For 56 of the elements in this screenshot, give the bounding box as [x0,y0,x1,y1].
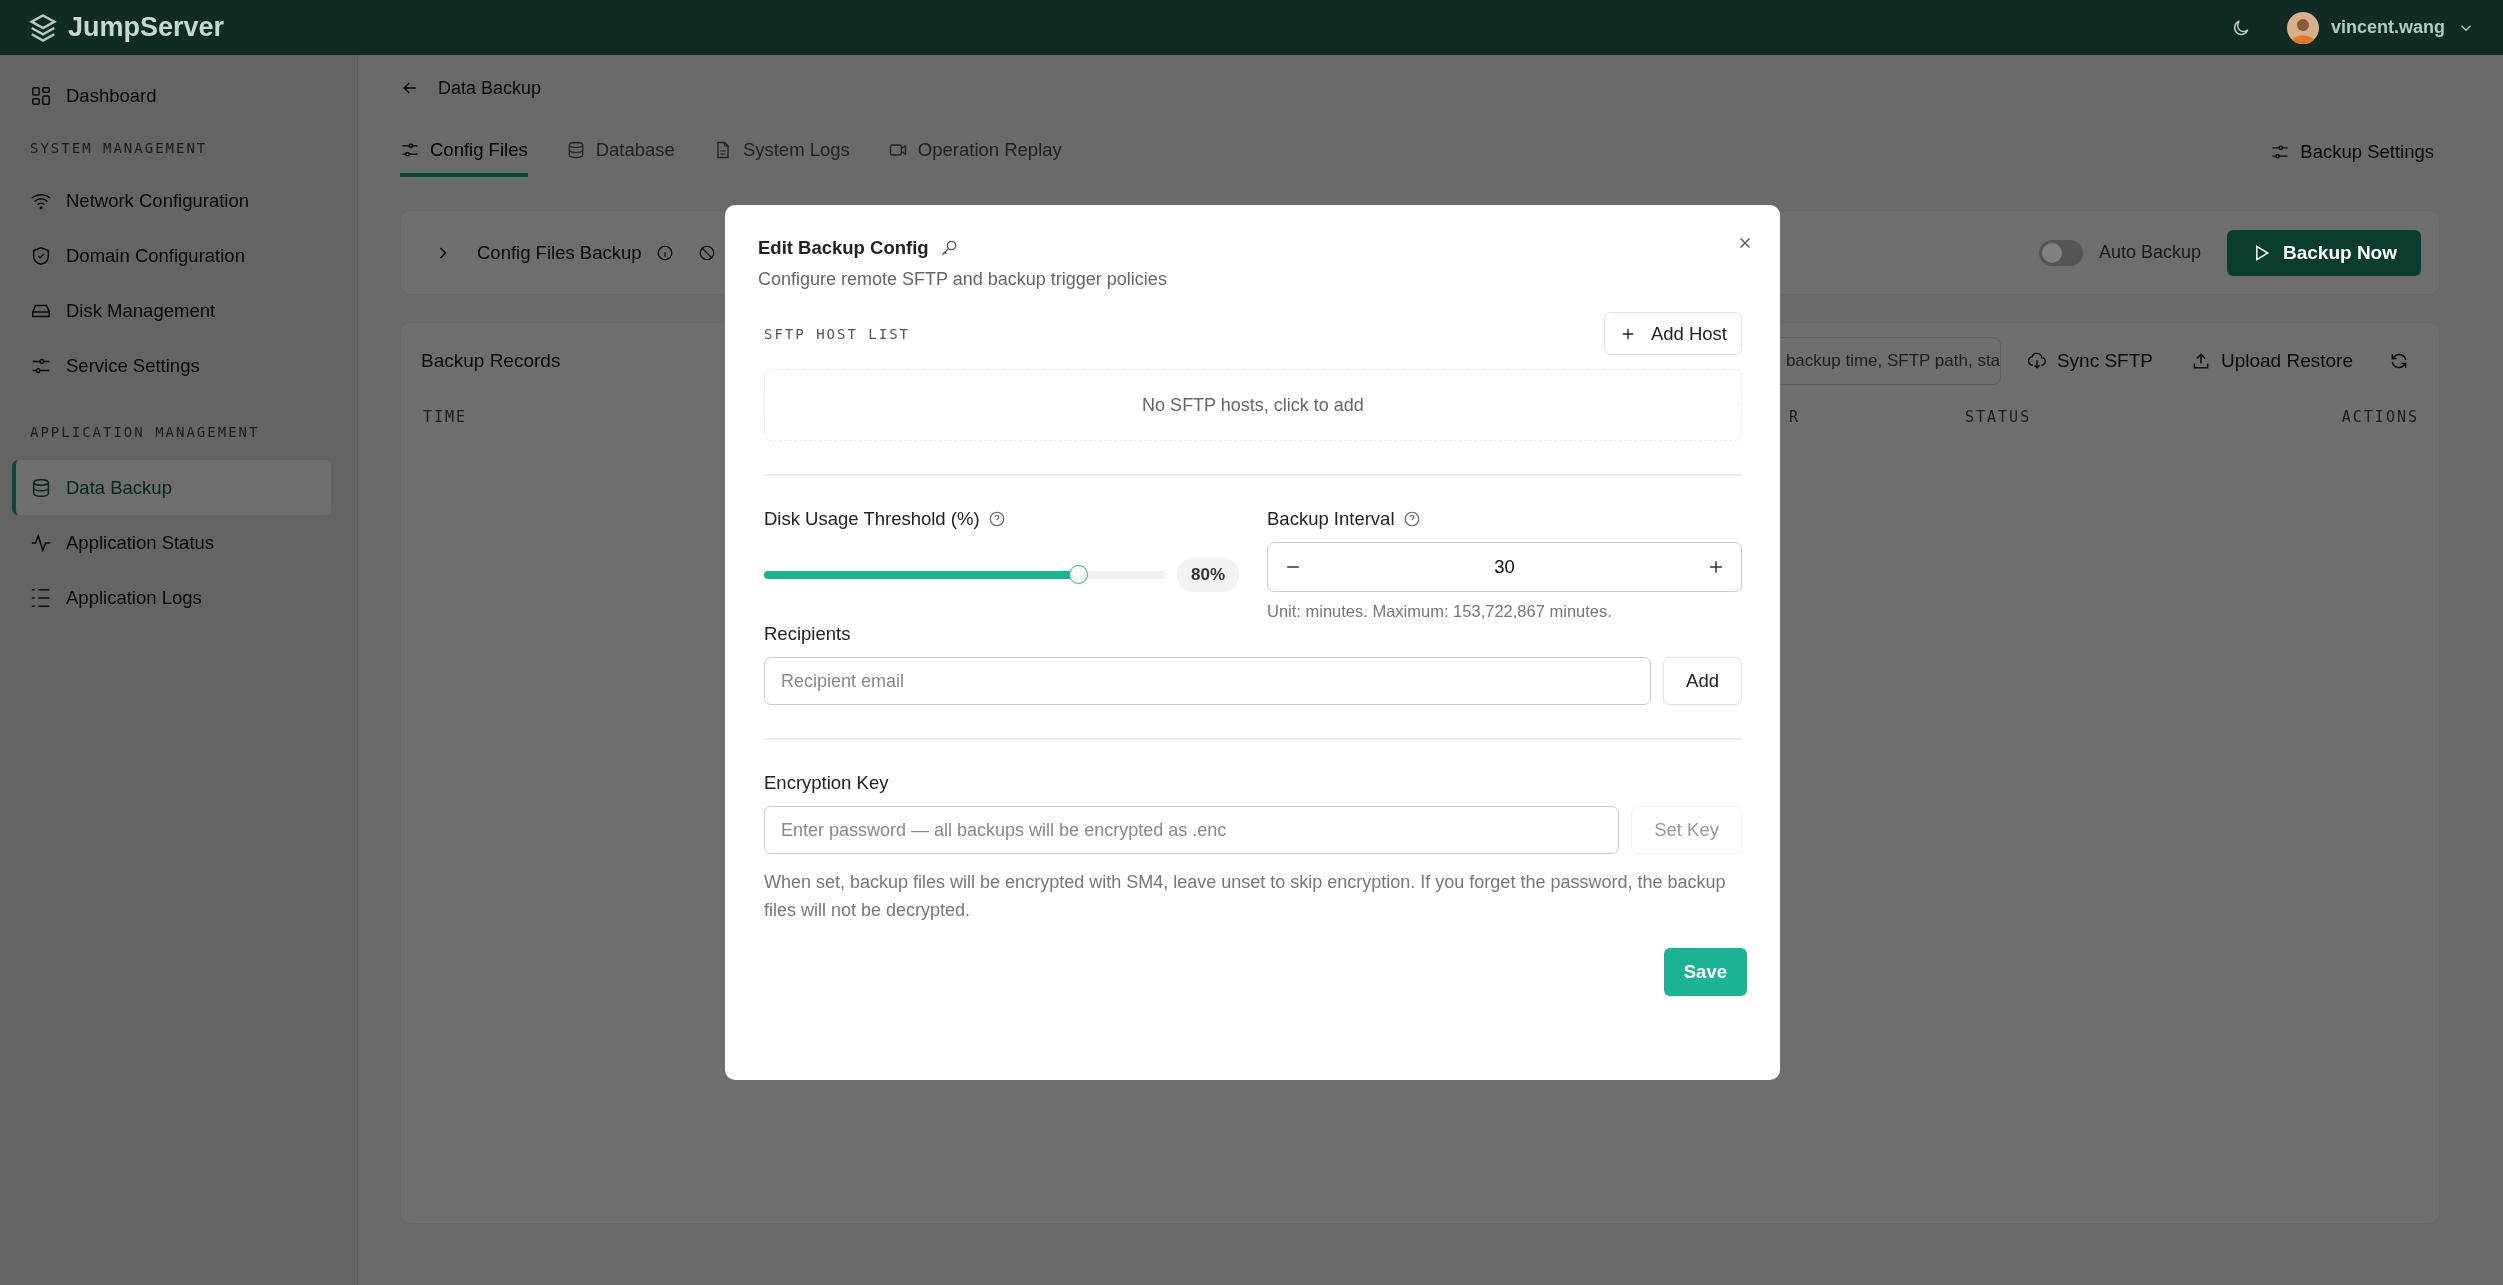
help-icon [987,510,1006,528]
section-heading: APPLICATION MANAGEMENT [30,423,260,440]
backup-settings-button[interactable]: Backup Settings [2264,140,2440,164]
slider[interactable] [764,565,1165,585]
help-text: When set, backup files will be encrypted with SM4, leave unset to skip encryption. If you forget the password, the backup files will not be decrypted. [764,871,1727,922]
tab[interactable]: System Logs [712,127,850,177]
column-header: R [1789,408,1801,426]
add-button[interactable]: Add [1663,657,1742,705]
help-icon [1402,510,1421,528]
card-title: Config Files Backup [477,241,642,264]
tab[interactable]: Config Files [400,127,528,177]
tab[interactable]: Operation Replay [887,127,1062,177]
backup-now-button[interactable]: Backup Now [2226,229,2421,276]
info-icon [655,243,674,262]
field-label: Disk Usage Threshold (%) [764,508,980,530]
sidebar-item[interactable]: Application Status [12,515,345,570]
sidebar-item[interactable]: Data Backup [12,460,331,515]
section-heading: SYSTEM MANAGEMENT [30,140,208,156]
user-name[interactable]: vincent.wang [2330,17,2445,38]
shield-check-icon [30,244,52,267]
column-header: STATUS [1965,408,2032,426]
page-title: Data Backup [438,77,542,99]
list-icon [30,586,52,609]
avatar[interactable] [2286,11,2319,44]
database-icon [30,476,52,499]
sidebar-item[interactable]: Disk Management [12,283,345,338]
pulse-icon [30,531,52,554]
empty-host-list[interactable]: No SFTP hosts, click to add [764,369,1742,441]
sidebar-item[interactable]: Service Settings [12,338,345,393]
sidebar-item[interactable]: Application Logs [12,570,345,625]
app-logo: JumpServer [68,12,225,43]
stacked-layers-icon [28,12,58,43]
slider-value: 80% [1176,558,1239,592]
field-label: Backup Interval [1267,508,1395,530]
field-label: Encryption Key [764,772,889,794]
field-hint: Unit: minutes. Maximum: 153,722,867 minutes. [1267,602,1613,621]
number-field[interactable]: 30 [1267,542,1742,592]
column-header: ACTIONS [2341,408,2419,426]
sidebar-item[interactable]: Network Configuration [12,173,345,228]
toggle-switch[interactable] [2038,239,2083,266]
add-host-button[interactable]: Add Host [1603,312,1742,355]
dialog-title: Edit Backup Config [758,237,929,259]
toggle-label: Auto Backup [2098,242,2201,263]
cloud-download-icon [2026,350,2047,371]
email-input[interactable]: Recipient email [764,657,1652,705]
field-label: Recipients [764,623,851,645]
save-button[interactable]: Save [1663,948,1747,996]
grid-icon [30,84,52,107]
empty-message: No SFTP hosts, click to add [1142,394,1364,416]
tab[interactable]: Database [565,127,675,177]
dialog-subtitle: Configure remote SFTP and backup trigger policies [758,269,1168,290]
sidebar-item[interactable]: Dashboard [12,68,345,123]
column-header: TIME [423,408,468,426]
sidebar-item[interactable]: Domain Configuration [12,228,345,283]
card-title: Backup Records [421,349,561,372]
section-heading: SFTP HOST LIST [764,325,910,342]
